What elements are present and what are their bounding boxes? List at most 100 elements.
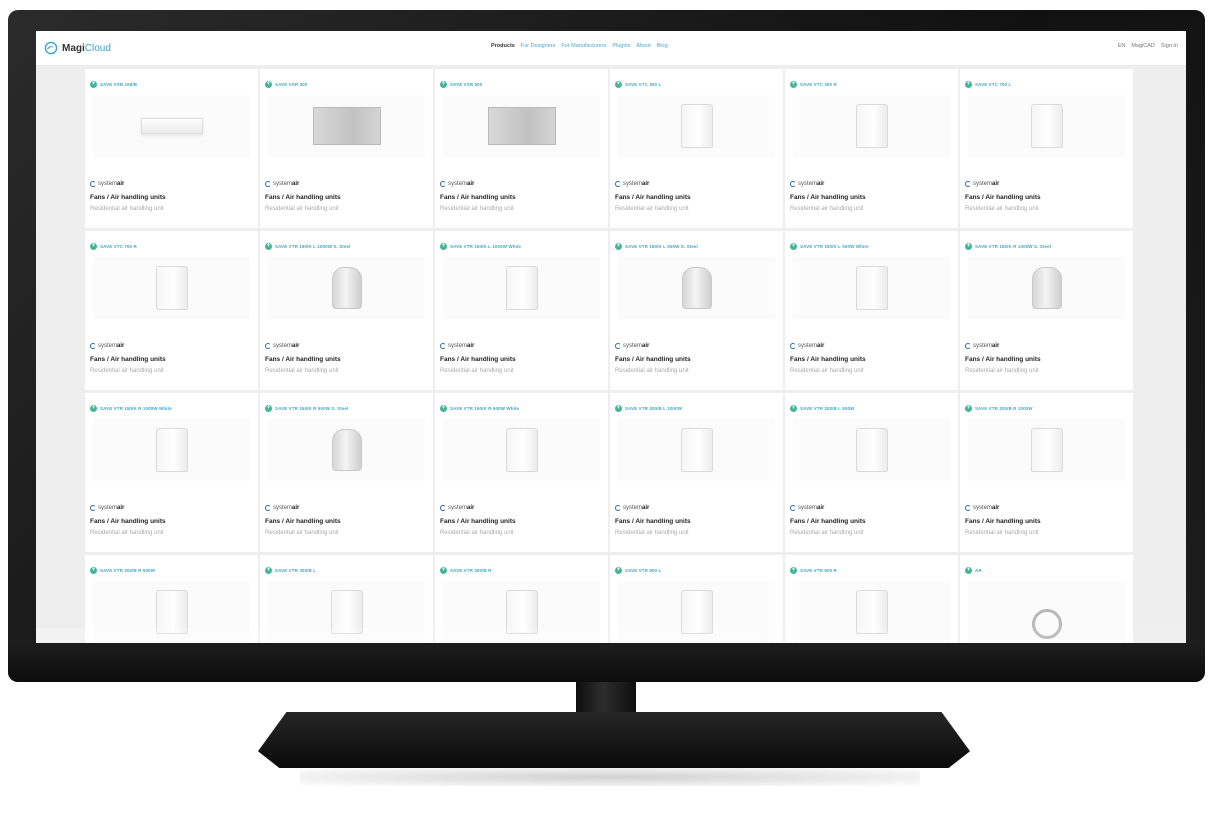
plus-icon[interactable]: + (440, 81, 447, 88)
product-name[interactable]: AR (975, 568, 982, 573)
product-name[interactable]: SAVE VTR 150/K L 500W White (800, 244, 869, 249)
product-card[interactable]: + SAVE VTC 300 L systemair Fans / Air ha… (610, 69, 783, 228)
product-image[interactable] (268, 95, 425, 157)
product-name[interactable]: SAVE VTR 200/B L 500W (800, 406, 854, 411)
product-name[interactable]: SAVE VTR 200/B R 500W (100, 568, 155, 573)
card-title: + SAVE VTR 150/K L 500W S. Steel (615, 243, 698, 250)
nav-products[interactable]: Products (491, 43, 515, 49)
language-selector[interactable]: EN (1118, 43, 1126, 49)
product-name[interactable]: SAVE VTR 150/K L 1000W White (450, 244, 521, 249)
product-name[interactable]: SAVE VTR 500 R (800, 568, 837, 573)
product-image[interactable] (443, 419, 600, 481)
plus-icon[interactable]: + (440, 567, 447, 574)
product-name[interactable]: SAVE VTR 500 L (625, 568, 661, 573)
product-image[interactable] (268, 419, 425, 481)
plus-icon[interactable]: + (90, 567, 97, 574)
product-card[interactable]: + SAVE VTR 150/K R 1000W S. Steel system… (960, 231, 1133, 390)
product-image[interactable] (93, 257, 250, 319)
product-card[interactable]: + SAVE VTC 700 R systemair Fans / Air ha… (85, 231, 258, 390)
product-name[interactable]: SAVE VTR 150/K L 500W S. Steel (625, 244, 698, 249)
product-card[interactable]: + SAVE VTR 200/B R 1000W systemair Fans … (960, 393, 1133, 552)
product-name[interactable]: SAVE VSR 150/B (100, 82, 137, 87)
product-name[interactable]: SAVE VTR 200/B L 1000W (625, 406, 682, 411)
nav-blog[interactable]: Blog (657, 43, 668, 49)
plus-icon[interactable]: + (440, 405, 447, 412)
plus-icon[interactable]: + (265, 567, 272, 574)
product-name[interactable]: SAVE VTC 300 R (800, 82, 837, 87)
product-name[interactable]: SAVE VTR 150/K R 500W S. Steel (275, 406, 348, 411)
sign-in-link[interactable]: Sign In (1161, 43, 1178, 49)
product-card[interactable]: + SAVE VTR 150/K L 500W S. Steel systema… (610, 231, 783, 390)
plus-icon[interactable]: + (790, 81, 797, 88)
product-card[interactable]: + SAVE VTR 150/K R 500W S. Steel systema… (260, 393, 433, 552)
product-image[interactable] (443, 257, 600, 319)
plus-icon[interactable]: + (90, 405, 97, 412)
product-card[interactable]: + SAVE VTR 150/K L 500W White systemair … (785, 231, 958, 390)
product-card[interactable]: + SAVE VTR 150/K L 1000W S. Steel system… (260, 231, 433, 390)
product-name[interactable]: SAVE VTR 150/K R 1000W S. Steel (975, 244, 1051, 249)
nav-plugins[interactable]: Plugins (612, 43, 630, 49)
product-name[interactable]: SAVE VTR 150/K L 1000W S. Steel (275, 244, 350, 249)
plus-icon[interactable]: + (965, 567, 972, 574)
product-name[interactable]: SAVE VSR 500 (450, 82, 482, 87)
plus-icon[interactable]: + (790, 405, 797, 412)
plus-icon[interactable]: + (615, 81, 622, 88)
product-image[interactable] (968, 257, 1125, 319)
product-name[interactable]: SAVE VTR 150/K R 1000W White (100, 406, 172, 411)
plus-icon[interactable]: + (90, 243, 97, 250)
product-image[interactable] (618, 95, 775, 157)
plus-icon[interactable]: + (90, 81, 97, 88)
product-image[interactable] (793, 95, 950, 157)
plus-icon[interactable]: + (965, 405, 972, 412)
plus-icon[interactable]: + (790, 243, 797, 250)
product-name[interactable]: SAVE VTR 200/B R 1000W (975, 406, 1033, 411)
product-name[interactable]: SAVE VTR 150/K R 500W White (450, 406, 519, 411)
product-image[interactable] (93, 95, 250, 157)
nav-for-manufacturers[interactable]: For Manufacturers (561, 43, 606, 49)
product-image[interactable] (618, 257, 775, 319)
product-card[interactable]: + SAVE VTR 150/K R 1000W White systemair… (85, 393, 258, 552)
plus-icon[interactable]: + (265, 243, 272, 250)
product-card[interactable]: + SAVE VTR 200/B L 500W systemair Fans /… (785, 393, 958, 552)
product-image[interactable] (268, 257, 425, 319)
product-name[interactable]: SAVE VTC 700 L (975, 82, 1011, 87)
plus-icon[interactable]: + (790, 567, 797, 574)
systemair-icon (790, 343, 796, 349)
product-card[interactable]: + SAVE VTC 700 L systemair Fans / Air ha… (960, 69, 1133, 228)
product-image[interactable] (793, 419, 950, 481)
product-image[interactable] (968, 95, 1125, 157)
plus-icon[interactable]: + (965, 243, 972, 250)
plus-icon[interactable]: + (965, 81, 972, 88)
product-card[interactable]: + SAVE VTR 200/B L 1000W systemair Fans … (610, 393, 783, 552)
nav-about[interactable]: About (636, 43, 650, 49)
product-image[interactable] (793, 257, 950, 319)
product-name[interactable]: SAVE VTR 300/B L (275, 568, 316, 573)
plus-icon[interactable]: + (265, 405, 272, 412)
product-name[interactable]: SAVE VTC 700 R (100, 244, 137, 249)
brand-name: systemair (448, 505, 475, 511)
product-card[interactable]: + SAVE VTC 300 R systemair Fans / Air ha… (785, 69, 958, 228)
product-name[interactable]: SAVE VSR 300 (275, 82, 307, 87)
app-header: MagiCloud Products For Designers For Man… (36, 31, 1186, 66)
nav-for-designers[interactable]: For Designers (521, 43, 556, 49)
brand-logo: systemair (790, 505, 824, 511)
card-title: + SAVE VTC 300 R (790, 81, 837, 88)
plus-icon[interactable]: + (440, 243, 447, 250)
plus-icon[interactable]: + (615, 567, 622, 574)
product-card[interactable]: + SAVE VSR 300 systemair Fans / Air hand… (260, 69, 433, 228)
plus-icon[interactable]: + (265, 81, 272, 88)
product-image[interactable] (443, 95, 600, 157)
product-name[interactable]: SAVE VTR 300/B R (450, 568, 492, 573)
product-card[interactable]: + SAVE VTR 150/K L 1000W White systemair… (435, 231, 608, 390)
magicad-link[interactable]: MagiCAD (1131, 43, 1155, 49)
product-card[interactable]: + SAVE VSR 500 systemair Fans / Air hand… (435, 69, 608, 228)
logo[interactable]: MagiCloud (44, 41, 111, 55)
product-image[interactable] (968, 419, 1125, 481)
product-card[interactable]: + SAVE VTR 150/K R 500W White systemair … (435, 393, 608, 552)
plus-icon[interactable]: + (615, 243, 622, 250)
product-image[interactable] (618, 419, 775, 481)
product-name[interactable]: SAVE VTC 300 L (625, 82, 661, 87)
product-image[interactable] (93, 419, 250, 481)
plus-icon[interactable]: + (615, 405, 622, 412)
product-card[interactable]: + SAVE VSR 150/B systemair Fans / Air ha… (85, 69, 258, 228)
